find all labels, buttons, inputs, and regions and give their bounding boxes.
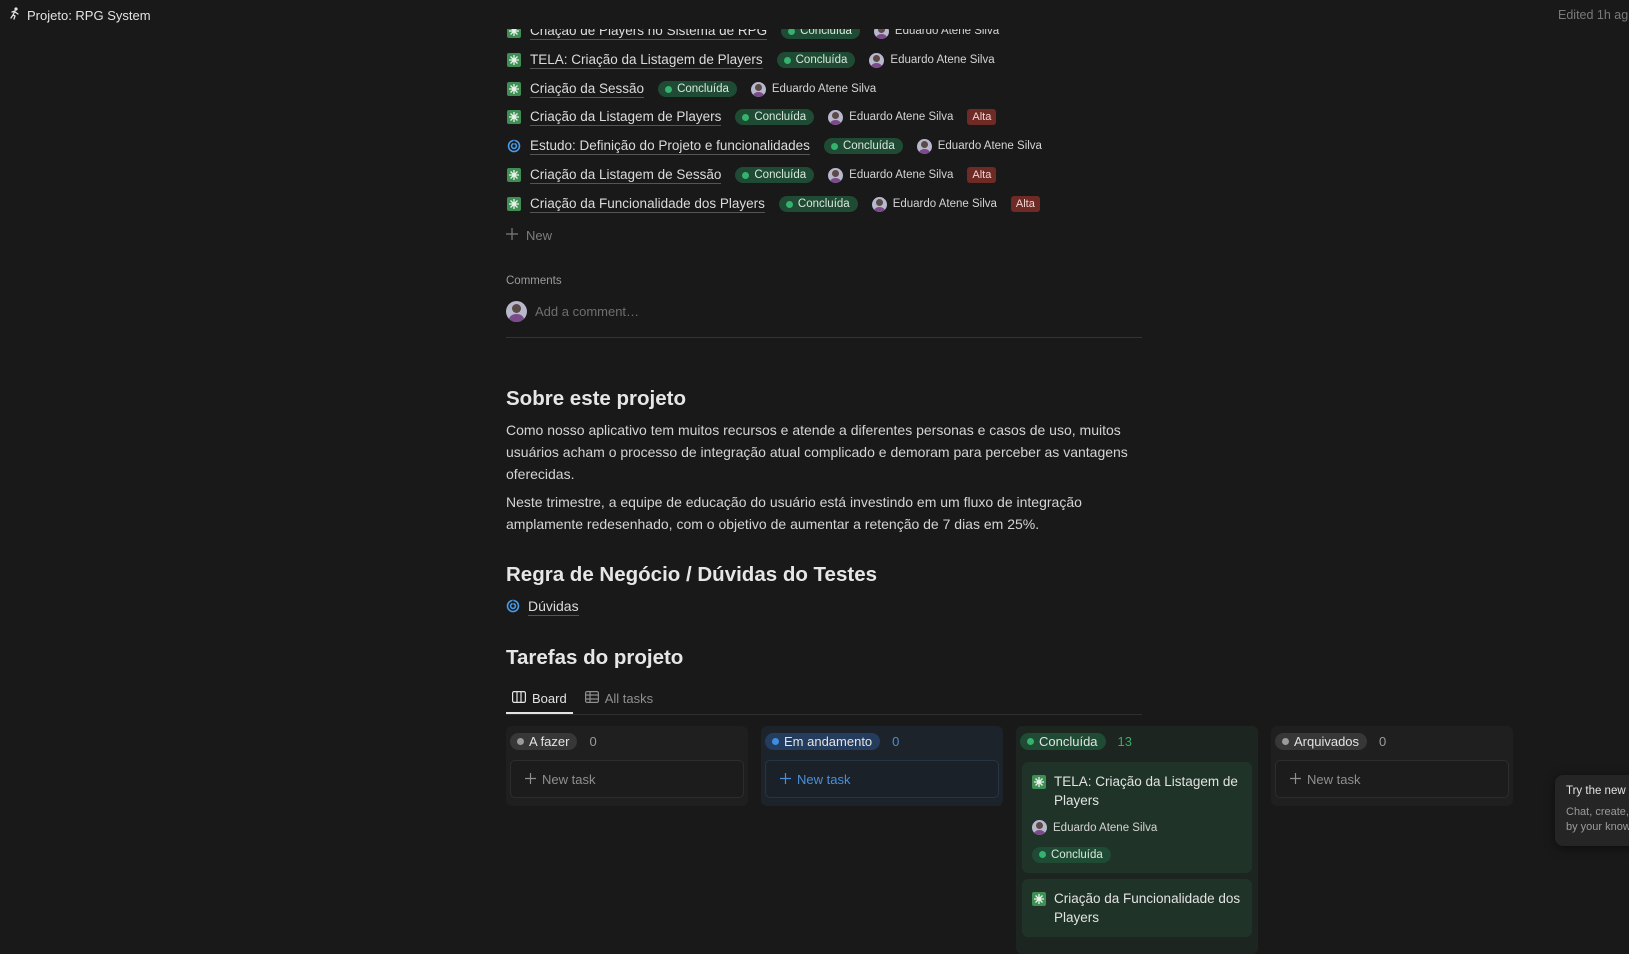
view-tabs: Board All tasks bbox=[506, 684, 1142, 715]
task-card[interactable]: Criação da Funcionalidade dos Players bbox=[1022, 878, 1252, 937]
bug-icon bbox=[506, 81, 522, 97]
avatar bbox=[750, 81, 766, 97]
plus-icon bbox=[1290, 772, 1301, 787]
assignee: Eduardo Atene Silva bbox=[828, 167, 953, 183]
avatar bbox=[916, 138, 932, 154]
status-badge: Concluída bbox=[823, 138, 903, 154]
status-badge: Concluída bbox=[776, 52, 856, 68]
tab-all-tasks[interactable]: All tasks bbox=[579, 684, 659, 712]
table-icon bbox=[584, 690, 599, 706]
board-column-em-andamento: Em andamento 0 New task bbox=[761, 726, 1003, 806]
assignee: Eduardo Atene Silva bbox=[828, 109, 953, 125]
avatar bbox=[828, 167, 844, 183]
avatar bbox=[871, 196, 887, 212]
page-breadcrumb[interactable]: Projeto: RPG System bbox=[9, 7, 151, 23]
new-task-row-button[interactable]: New bbox=[506, 228, 552, 243]
task-name[interactable]: Estudo: Definição do Projeto e funcional… bbox=[530, 138, 810, 155]
tarefas-heading: Tarefas do projeto bbox=[506, 646, 684, 669]
rules-heading: Regra de Negócio / Dúvidas do Testes bbox=[506, 563, 877, 586]
assignee: Eduardo Atene Silva bbox=[869, 52, 995, 68]
status-badge: Concluída bbox=[658, 81, 737, 97]
status-chip: Em andamento bbox=[765, 732, 881, 750]
card-title: TELA: Criação da Listagem de Players bbox=[1054, 774, 1238, 808]
board-column-concluida: Concluída 13 TELA: Criação da Listagem d… bbox=[1016, 726, 1258, 954]
priority-badge: Alta bbox=[967, 109, 997, 125]
avatar bbox=[869, 52, 885, 68]
duvidas-link[interactable]: Dúvidas bbox=[506, 598, 579, 616]
board-column-a-fazer: A fazer 0 New task bbox=[506, 726, 748, 806]
board-icon bbox=[512, 690, 527, 706]
task-name[interactable]: Criação da Funcionalidade dos Players bbox=[530, 196, 765, 213]
task-name[interactable]: Criação da Listagem de Players bbox=[530, 109, 722, 126]
comments-label: Comments bbox=[506, 275, 562, 287]
task-name[interactable]: Criação da Sessão bbox=[530, 81, 645, 98]
new-task-button[interactable]: New task bbox=[510, 760, 744, 798]
card-assignee: Eduardo Atene Silva bbox=[1032, 820, 1242, 835]
status-chip: A fazer bbox=[510, 732, 578, 750]
plus-icon bbox=[780, 772, 791, 787]
task-name[interactable]: Criação da Listagem de Sessão bbox=[530, 167, 722, 184]
bug-icon bbox=[506, 196, 522, 212]
avatar bbox=[1032, 820, 1047, 835]
status-badge: Concluída bbox=[735, 167, 815, 183]
task-row[interactable]: Criação da Listagem de Sessão Concluída … bbox=[506, 164, 997, 186]
about-paragraph-1: Como nosso aplicativo tem muitos recurso… bbox=[506, 422, 1128, 482]
edited-timestamp: Edited 1h ag bbox=[1558, 8, 1629, 22]
comment-input[interactable]: Add a comment… bbox=[506, 301, 1142, 338]
comment-placeholder: Add a comment… bbox=[535, 304, 640, 319]
status-chip: Arquivados bbox=[1275, 732, 1368, 750]
new-task-button[interactable]: New task bbox=[1275, 760, 1509, 798]
task-card[interactable]: TELA: Criação da Listagem de Players Edu… bbox=[1022, 762, 1252, 873]
bug-icon bbox=[506, 167, 522, 183]
column-count: 0 bbox=[892, 733, 900, 749]
plus-icon bbox=[506, 228, 518, 243]
promo-text: Chat, create, by your know bbox=[1566, 806, 1629, 833]
bug-icon bbox=[1032, 772, 1046, 810]
bug-icon bbox=[506, 52, 522, 68]
about-heading: Sobre este projeto bbox=[506, 387, 686, 410]
promo-popup[interactable]: Try the new N Chat, create, by your know bbox=[1555, 775, 1629, 846]
about-paragraph-2: Neste trimestre, a equipe de educação do… bbox=[506, 494, 1082, 532]
task-name[interactable]: TELA: Criação da Listagem de Players bbox=[530, 52, 763, 69]
running-person-icon bbox=[9, 7, 21, 23]
status-badge: Concluída bbox=[1032, 846, 1111, 863]
promo-title: Try the new N bbox=[1566, 785, 1629, 797]
topbar: Projeto: RPG System Edited 1h ag bbox=[0, 0, 1629, 29]
card-title: Criação da Funcionalidade dos Players bbox=[1054, 890, 1241, 925]
new-label: New bbox=[526, 228, 553, 243]
status-chip: Concluída bbox=[1020, 732, 1106, 750]
page-title: Projeto: RPG System bbox=[27, 7, 151, 23]
board-column-arquivados: Arquivados 0 New task bbox=[1271, 726, 1513, 806]
task-row[interactable]: Criação da Sessão Concluída Eduardo Aten… bbox=[506, 78, 890, 100]
avatar bbox=[828, 109, 844, 125]
task-row[interactable]: TELA: Criação da Listagem de Players Con… bbox=[506, 49, 1009, 71]
task-row[interactable]: Criação da Funcionalidade dos Players Co… bbox=[506, 193, 1040, 215]
priority-badge: Alta bbox=[967, 167, 997, 183]
task-row[interactable]: Criação da Listagem de Players Concluída… bbox=[506, 106, 997, 128]
assignee: Eduardo Atene Silva bbox=[871, 196, 997, 212]
study-icon bbox=[506, 138, 522, 154]
assignee: Eduardo Atene Silva bbox=[916, 138, 1042, 154]
column-count: 13 bbox=[1117, 733, 1133, 749]
column-count: 0 bbox=[589, 733, 597, 749]
duvidas-label: Dúvidas bbox=[528, 598, 579, 616]
bug-icon bbox=[1032, 889, 1046, 927]
priority-badge: Alta bbox=[1010, 196, 1040, 212]
assignee: Eduardo Atene Silva bbox=[750, 81, 876, 97]
task-row[interactable]: Estudo: Definição do Projeto e funcional… bbox=[506, 135, 1056, 157]
tab-board[interactable]: Board bbox=[506, 684, 573, 714]
status-badge: Concluída bbox=[778, 196, 858, 212]
bug-icon bbox=[506, 109, 522, 125]
plus-icon bbox=[525, 772, 536, 787]
column-count: 0 bbox=[1379, 733, 1387, 749]
status-badge: Concluída bbox=[735, 109, 815, 125]
avatar bbox=[506, 301, 527, 322]
study-icon bbox=[506, 599, 520, 616]
new-task-button[interactable]: New task bbox=[765, 760, 999, 798]
